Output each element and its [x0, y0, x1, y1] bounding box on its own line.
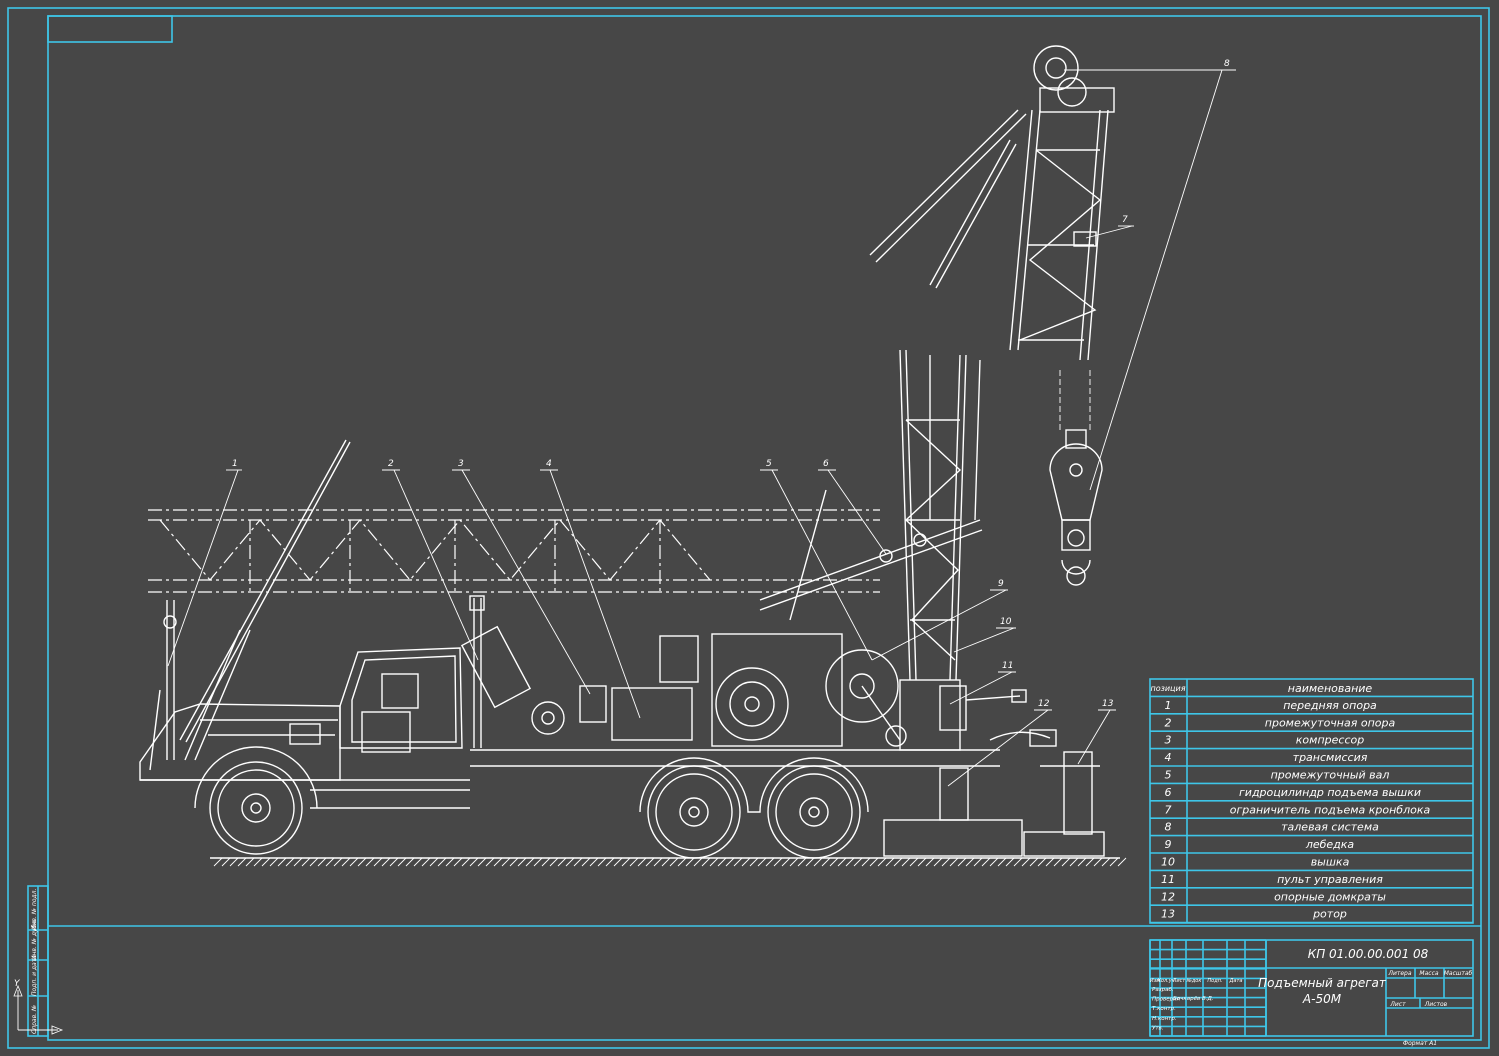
intermediate-support: [469, 595, 485, 748]
stamp-mass: Масса: [1419, 970, 1438, 977]
table-row-pos: 8: [1165, 821, 1172, 834]
stamp-litera: Литера: [1387, 970, 1411, 977]
table-row-pos: 6: [1165, 786, 1172, 799]
stamp-col-label: №док: [1186, 978, 1202, 984]
table-row-pos: 13: [1161, 908, 1175, 921]
callout-2: 2: [388, 459, 394, 469]
stamp-col-label: Дата: [1229, 978, 1243, 984]
stamp-col-label: Лист: [1172, 978, 1187, 984]
table-row-pos: 4: [1165, 751, 1172, 764]
rear-wheel-2: [767, 765, 861, 859]
callouts: 1 2 3 4 5 6 7 8 9 10 11 12 13: [167, 59, 1236, 787]
drawing-title-2: А-50М: [1302, 992, 1342, 1006]
table-row-name: компрессор: [1296, 734, 1364, 747]
table-row-name: лебедка: [1305, 838, 1355, 851]
callout-5: 5: [766, 459, 772, 469]
table-row-pos: 12: [1161, 890, 1175, 903]
derrick-top-section: [869, 45, 1115, 361]
stamp-role-label: Н.контр.: [1152, 1016, 1177, 1022]
table-row-pos: 9: [1165, 838, 1172, 851]
side-label-1: Инв. № дубл.: [31, 919, 38, 960]
stamp-role-label: Т.контр.: [1152, 1006, 1176, 1012]
table-row-name: передняя опора: [1283, 699, 1377, 712]
callout-3: 3: [458, 459, 464, 469]
table-row-name: промежуточная опора: [1265, 716, 1396, 729]
table-row-name: ограничитель подъема кронблока: [1230, 803, 1431, 816]
callout-1: 1: [232, 459, 238, 469]
table-row-pos: 1: [1165, 699, 1172, 712]
rear-wheel-1: [647, 765, 741, 859]
derrick-transport-outline: [148, 509, 880, 593]
side-label-2: Подп. и дата: [31, 955, 38, 996]
table-row-pos: 3: [1165, 734, 1172, 747]
table-header-pos: позиция: [1150, 684, 1185, 693]
stamp-sheet: Лист: [1389, 1001, 1406, 1008]
sheet-frame: [7, 7, 1490, 1049]
callout-11: 11: [1002, 661, 1013, 671]
svg-text:Y: Y: [14, 979, 21, 989]
drawing-title-1: Подъемный агрегат: [1258, 976, 1387, 990]
table-row-name: промежуточный вал: [1271, 769, 1390, 782]
table-row-pos: 2: [1165, 716, 1172, 729]
table-row-name: трансмиссия: [1293, 751, 1368, 764]
callout-7: 7: [1122, 215, 1128, 225]
stamp-checker-name: Бочкарёв В.Д.: [1173, 996, 1214, 1002]
callout-6: 6: [823, 459, 829, 469]
table-header-name: наименование: [1288, 682, 1373, 695]
stamp-role-label: Утв.: [1152, 1025, 1164, 1031]
callout-4: 4: [546, 459, 552, 469]
table-row-name: вышка: [1311, 856, 1350, 869]
table-row-name: гидроцилиндр подъема вышки: [1239, 786, 1421, 799]
drawing-code: КП 01.00.00.001 08: [1308, 947, 1429, 961]
callout-13: 13: [1102, 699, 1114, 709]
table-row-name: опорные домкраты: [1274, 890, 1386, 903]
table-row-pos: 10: [1161, 856, 1175, 869]
callout-12: 12: [1038, 699, 1050, 709]
derrick: [759, 349, 983, 681]
sheet-format: Формат А1: [1403, 1040, 1437, 1047]
callout-8: 8: [1224, 59, 1230, 69]
truck-cab: [139, 647, 1000, 809]
stamp-role-label: Разраб.: [1152, 987, 1174, 993]
side-stamp: Инв. № подл. Инв. № дубл. Подп. и дата С…: [27, 885, 49, 1037]
drawing-canvas: Инв. № подл. Инв. № дубл. Подп. и дата С…: [7, 7, 1490, 1049]
stamp-col-label: Подп.: [1207, 978, 1222, 984]
control-panel: [939, 685, 1057, 747]
table-row-name: талевая система: [1281, 821, 1379, 834]
callout-10: 10: [1000, 617, 1012, 627]
table-row-name: пульт управления: [1277, 873, 1383, 886]
table-row-pos: 11: [1161, 873, 1175, 886]
truck-wheels: [194, 746, 869, 859]
front-wheel: [194, 746, 318, 855]
table-row-pos: 5: [1165, 769, 1172, 782]
table-row-pos: 7: [1165, 803, 1172, 816]
stamp-sheets: Листов: [1424, 1001, 1448, 1008]
callout-9: 9: [998, 579, 1004, 589]
parts-table: 1 передняя опора 2 промежуточная опора 3 комп…: [1149, 678, 1474, 924]
ground: [210, 857, 1127, 867]
title-block: ИзмКол.учЛист №док Подп. ДатаРазраб.Провери…: [1149, 939, 1474, 1047]
stamp-scale: Масштаб: [1444, 970, 1473, 977]
table-row-name: ротор: [1312, 908, 1347, 921]
